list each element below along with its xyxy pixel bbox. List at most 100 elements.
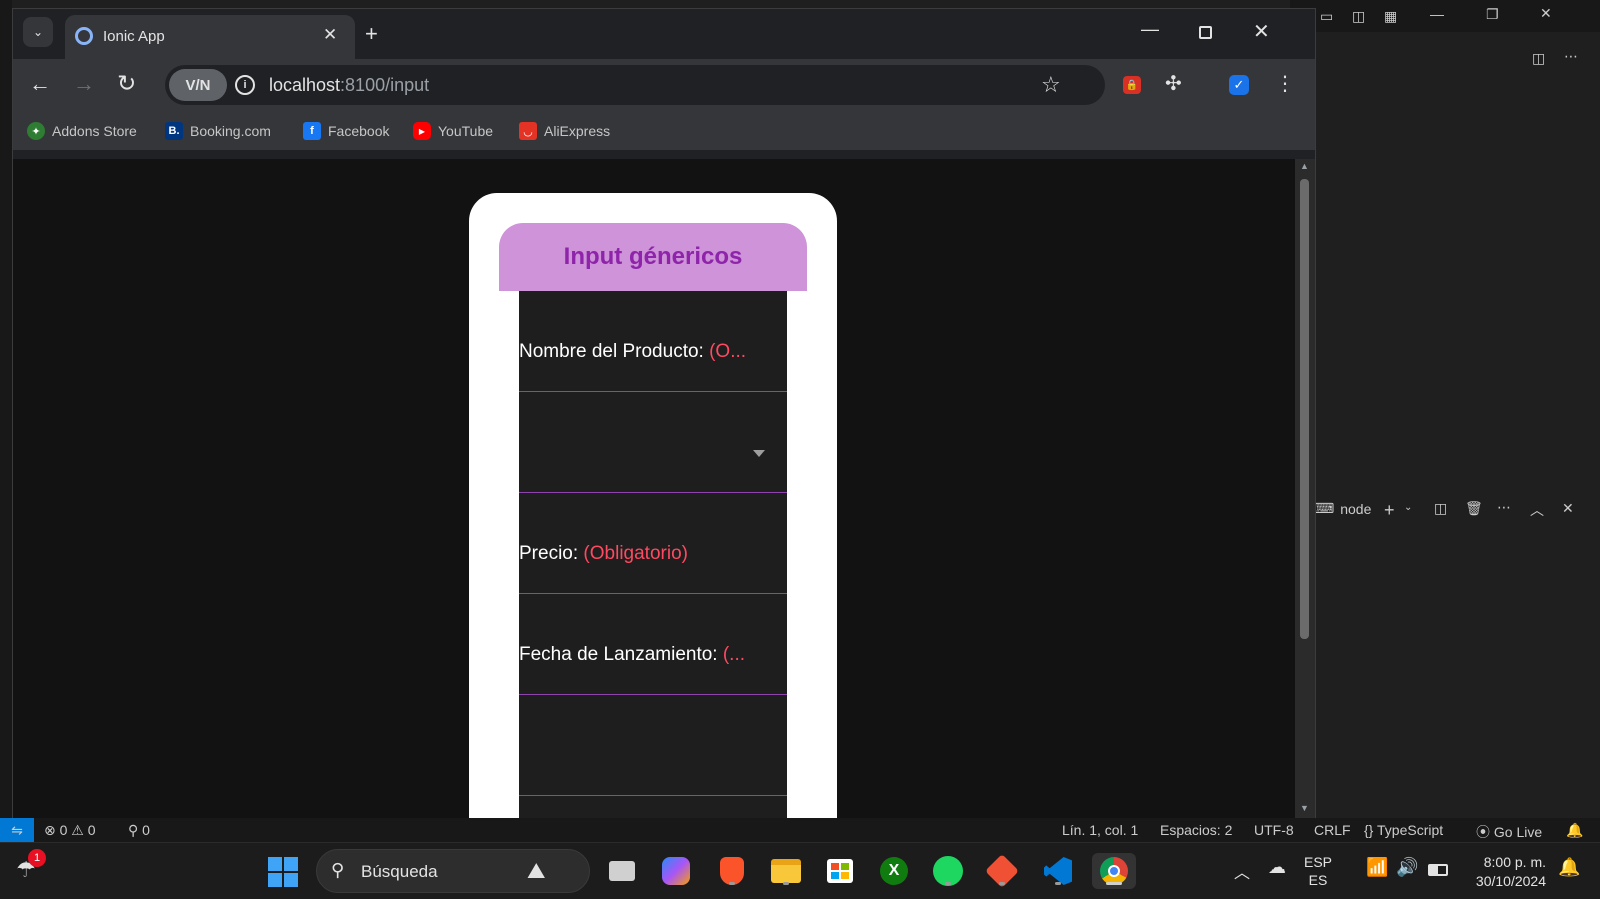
site-info-icon[interactable]: i [235, 75, 255, 95]
layout-sidebar-icon[interactable]: ◫ [1352, 8, 1365, 25]
youtube-icon: ▶ [413, 122, 431, 140]
search-icon: ⚲ [331, 860, 345, 880]
bookmark-label: Addons Store [52, 123, 137, 139]
ports-indicator[interactable]: ⚲ 0 [128, 822, 150, 839]
file-explorer-icon[interactable] [768, 853, 804, 889]
search-placeholder: Búsqueda [361, 862, 438, 881]
cursor-position[interactable]: Lín. 1, col. 1 [1062, 822, 1138, 838]
vscode-activity-bar [0, 0, 12, 820]
go-live-button[interactable]: ⦿ Go Live [1476, 822, 1542, 842]
chevron-up-icon[interactable]: ︿ [1234, 859, 1250, 883]
xbox-icon[interactable]: X [876, 853, 912, 889]
close-tab-icon[interactable]: ✕ [323, 25, 337, 45]
page-title: Input génericos [563, 243, 743, 270]
language-mode[interactable]: {} TypeScript [1364, 822, 1443, 838]
volume-icon[interactable]: 🔊 [1396, 857, 1418, 878]
tab-title: Ionic App [103, 28, 165, 45]
page-scrollbar[interactable]: ▲ ▼ [1295, 159, 1315, 819]
layout-custom-icon[interactable]: ▦ [1384, 8, 1397, 25]
bookmark-aliexpress[interactable]: ◡ AliExpress [519, 121, 610, 141]
spotify-icon[interactable] [930, 853, 966, 889]
language-indicator[interactable]: ESP ES [1304, 853, 1332, 889]
field-label: Precio: (Obligatorio) [519, 543, 759, 565]
close-panel-icon[interactable]: ✕ [1562, 500, 1574, 517]
bookmark-label: AliExpress [544, 123, 611, 139]
address-bar[interactable]: V/N i localhost:8100/input ☆ [165, 65, 1105, 105]
trash-icon[interactable]: 🗑 [1465, 500, 1483, 517]
remote-icon[interactable]: ⇋ [0, 818, 34, 842]
back-arrow-icon[interactable]: ← [29, 71, 51, 97]
notifications-bell-icon[interactable]: 🔔 [1566, 822, 1583, 839]
page-viewport: Input génericos Nombre del Producto: (O.… [13, 159, 1295, 819]
brave-browser-icon[interactable] [714, 853, 750, 889]
more-icon[interactable]: ⋯ [1497, 499, 1511, 516]
maximize-icon[interactable] [1199, 26, 1212, 39]
microsoft-store-icon[interactable] [822, 853, 858, 889]
input-nombre-producto[interactable]: Nombre del Producto: (O... [519, 291, 787, 392]
windows-taskbar: ☂ 1 ⚲ Búsqueda ⛰ X ︿ ☁ ESP ES 📶 🔊 8:00 p… [0, 842, 1600, 899]
bookmark-booking[interactable]: B. Booking.com [165, 121, 271, 141]
tab-search-button[interactable]: ⌄ [23, 17, 53, 47]
task-view-icon[interactable] [604, 853, 640, 889]
input-fecha-lanzamiento[interactable]: Fecha de Lanzamiento: (... [519, 594, 787, 695]
new-terminal-icon[interactable]: + [1384, 500, 1395, 521]
more-actions-icon[interactable]: ⋯ [1564, 48, 1578, 65]
terminal-label: node [1340, 500, 1372, 517]
taskbar-search[interactable]: ⚲ Búsqueda ⛰ [316, 849, 590, 893]
windows-start-icon[interactable] [268, 857, 298, 887]
bookmark-star-icon[interactable]: ☆ [1041, 72, 1061, 98]
vscode-icon[interactable] [1040, 853, 1076, 889]
problems-indicator[interactable]: ⊗ 0 ⚠ 0 [44, 822, 96, 839]
new-tab-icon[interactable]: + [365, 21, 378, 47]
bookmark-addons-store[interactable]: ✦ Addons Store [27, 121, 137, 141]
input-empty-field[interactable] [519, 695, 787, 796]
url-host: localhost [269, 75, 341, 95]
date-text: 30/10/2024 [1475, 873, 1546, 889]
indent-spaces[interactable]: Espacios: 2 [1160, 822, 1232, 838]
forward-arrow-icon[interactable]: → [73, 71, 95, 97]
reload-icon[interactable]: ↻ [117, 70, 136, 97]
layout-panel-icon[interactable]: ▭ [1320, 8, 1333, 25]
required-text: (... [722, 644, 746, 665]
onedrive-cloud-icon[interactable]: ☁ [1268, 857, 1286, 878]
encoding[interactable]: UTF-8 [1254, 822, 1294, 838]
notifications-bell-icon[interactable]: 🔔 [1558, 857, 1580, 878]
minimize-icon[interactable]: — [1141, 19, 1159, 40]
vpn-badge[interactable]: V/N [169, 69, 227, 101]
wifi-icon[interactable]: 📶 [1366, 857, 1388, 878]
scroll-up-icon[interactable]: ▲ [1300, 161, 1309, 171]
split-terminal-icon[interactable]: ◫ [1434, 500, 1447, 517]
chrome-icon[interactable] [1092, 853, 1136, 889]
copilot-icon[interactable] [658, 853, 694, 889]
battery-icon[interactable] [1428, 864, 1448, 876]
clock[interactable]: 8:00 p. m. 30/10/2024 [1460, 853, 1546, 891]
label-text: Fecha de Lanzamiento: [519, 644, 723, 665]
addons-store-icon: ✦ [27, 122, 45, 140]
input-precio[interactable]: Precio: (Obligatorio) [519, 493, 787, 594]
language-label: TypeScript [1377, 822, 1444, 838]
menu-kebab-icon[interactable]: ⋮ [1275, 71, 1295, 96]
bookmark-youtube[interactable]: ▶ YouTube [413, 121, 493, 141]
terminal-tab[interactable]: ⌨ node [1314, 500, 1371, 517]
close-icon[interactable]: ✕ [1540, 5, 1552, 22]
line-endings[interactable]: CRLF [1314, 822, 1351, 838]
restore-icon[interactable]: ❐ [1486, 6, 1499, 23]
scrollbar-thumb[interactable] [1300, 179, 1309, 639]
maximize-panel-icon[interactable]: ︿ [1530, 500, 1544, 520]
minimize-icon[interactable]: — [1430, 6, 1444, 22]
select-field[interactable] [519, 392, 787, 493]
git-tool-icon[interactable] [984, 853, 1020, 889]
split-editor-icon[interactable]: ◫ [1532, 50, 1545, 67]
lock-extension-icon[interactable]: 🔒 [1123, 76, 1141, 94]
booking-icon: B. [165, 122, 183, 140]
extensions-puzzle-icon[interactable]: ✣ [1165, 71, 1182, 96]
lang-top: ESP [1304, 854, 1333, 870]
close-window-icon[interactable]: ✕ [1253, 19, 1270, 44]
bookmark-facebook[interactable]: f Facebook [303, 121, 389, 141]
chevron-down-icon[interactable]: ⌄ [1404, 502, 1412, 513]
chrome-window: ⌄ Ionic App ✕ + — ✕ ← → ↻ V/N i localhos… [12, 8, 1316, 819]
url-text[interactable]: localhost:8100/input [269, 75, 429, 96]
scroll-down-icon[interactable]: ▼ [1300, 803, 1309, 813]
shield-check-icon[interactable]: ✓ [1229, 75, 1249, 95]
tab-ionic-app[interactable]: Ionic App ✕ [65, 15, 355, 59]
